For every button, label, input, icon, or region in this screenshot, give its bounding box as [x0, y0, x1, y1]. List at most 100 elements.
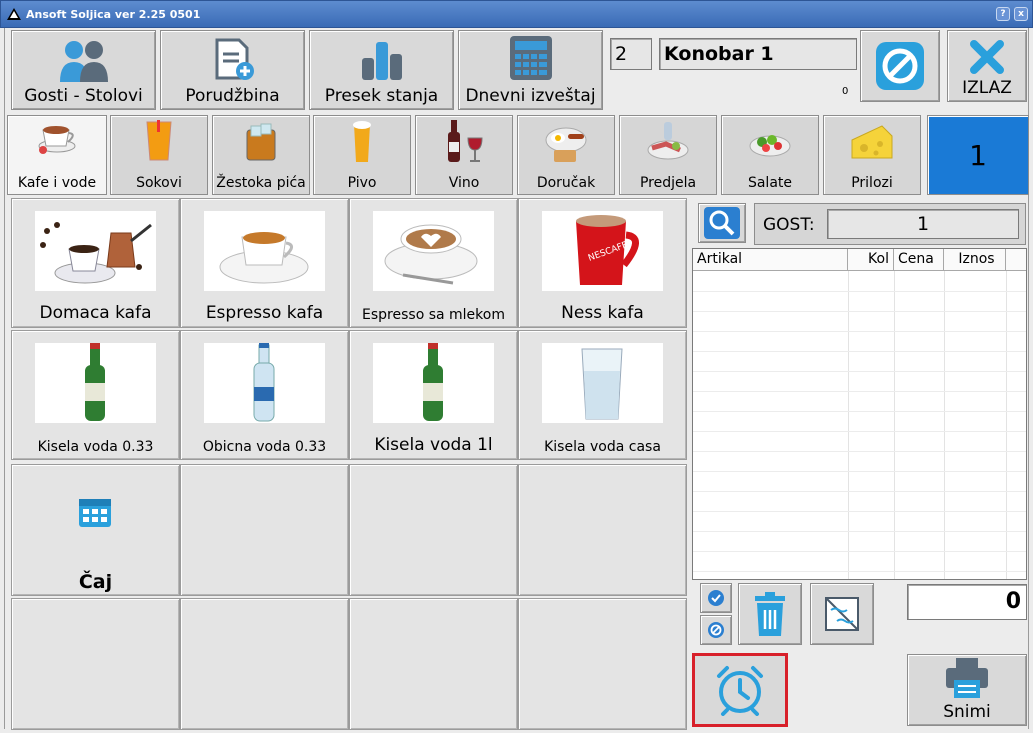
main-window: Gosti - Stolovi Porudžbina Presek stanja… — [4, 28, 1029, 730]
cancel-button[interactable] — [860, 30, 940, 102]
exit-button[interactable]: IZLAZ — [947, 30, 1027, 102]
block-icon — [876, 42, 924, 90]
table-row — [693, 491, 1026, 492]
receipt-edit-icon — [825, 597, 859, 631]
table-row — [693, 471, 1026, 472]
trash-icon — [755, 592, 785, 636]
table-row — [693, 351, 1026, 352]
product-tile[interactable]: Espresso kafa — [180, 198, 349, 328]
bar-chart-icon — [361, 42, 402, 80]
daily-report-label: Dnevni izveštaj — [465, 86, 596, 106]
page-indicator-value: 1 — [969, 138, 987, 172]
empty-product-slot[interactable] — [349, 598, 518, 730]
confirm-small-button[interactable] — [700, 583, 732, 613]
order-table: Artikal Kol Cena Iznos — [692, 248, 1027, 580]
close-icon — [970, 40, 1004, 74]
page-indicator: 1 — [927, 115, 1029, 195]
category-label: Pivo — [347, 175, 377, 191]
salad-plate-icon — [749, 135, 791, 157]
product-tile[interactable]: Espresso sa mlekom — [349, 198, 518, 328]
cheese-icon — [851, 125, 893, 159]
guest-box: GOST: 1 — [754, 203, 1026, 245]
product-image: NESCAFE — [542, 211, 663, 291]
help-button[interactable]: ? — [996, 7, 1010, 21]
grid-line — [1006, 271, 1007, 579]
daily-report-button[interactable]: Dnevni izveštaj — [458, 30, 603, 110]
empty-product-slot[interactable] — [518, 598, 687, 730]
column-header-kol: Kol — [848, 249, 894, 271]
table-row — [693, 431, 1026, 432]
empty-product-slot[interactable] — [518, 464, 687, 596]
column-header-filler — [1006, 249, 1026, 271]
table-row — [693, 391, 1026, 392]
check-circle-icon — [708, 590, 724, 606]
calculator-icon — [509, 36, 552, 80]
espresso-cup-icon — [219, 232, 309, 284]
category-3[interactable]: Žestoka pića — [212, 115, 310, 195]
product-image — [373, 211, 494, 291]
category-label: Predjela — [639, 175, 697, 191]
column-header-iznos: Iznos — [944, 249, 1006, 271]
product-image — [35, 477, 156, 557]
empty-product-slot[interactable] — [180, 464, 349, 596]
whiskey-glass-icon — [246, 123, 276, 161]
empty-product-slot[interactable] — [349, 464, 518, 596]
alarm-button[interactable] — [692, 653, 788, 727]
grid-line — [848, 271, 849, 579]
status-report-button[interactable]: Presek stanja — [309, 30, 454, 110]
order-counter: 0 — [842, 86, 849, 97]
empty-product-slot[interactable] — [11, 598, 180, 730]
category-9[interactable]: Prilozi — [823, 115, 921, 195]
product-name: Kisela voda casa — [544, 439, 661, 455]
empty-product-slot[interactable] — [180, 598, 349, 730]
product-tile[interactable]: NESCAFE Ness kafa — [518, 198, 687, 328]
turkish-coffee-icon — [40, 222, 152, 284]
category-label: Sokovi — [136, 175, 182, 191]
product-tile[interactable]: Kisela voda 1l — [349, 330, 518, 460]
split-receipt-button[interactable] — [810, 583, 874, 645]
category-label: Vino — [448, 175, 480, 191]
cancel-small-button[interactable] — [700, 615, 732, 645]
category-label: Prilozi — [851, 175, 893, 191]
wine-bottle-icon — [448, 120, 483, 162]
close-window-button[interactable]: x — [1014, 7, 1028, 21]
save-print-button[interactable]: Snimi — [907, 654, 1027, 726]
product-tile[interactable]: Čaj — [11, 464, 180, 596]
product-name: Kisela voda 1l — [374, 435, 493, 455]
guest-value: 1 — [827, 209, 1019, 239]
product-name: Obicna voda 0.33 — [202, 439, 327, 455]
window-title: Ansoft Soljica ver 2.25 0501 — [26, 7, 201, 21]
delete-button[interactable] — [738, 583, 802, 645]
product-image — [542, 343, 663, 423]
product-name: Ness kafa — [561, 303, 644, 323]
product-image — [373, 343, 494, 423]
column-header-cena: Cena — [894, 249, 944, 271]
table-row — [693, 291, 1026, 292]
guests-tables-button[interactable]: Gosti - Stolovi — [11, 30, 156, 110]
order-button[interactable]: Porudžbina — [160, 30, 305, 110]
category-label: Žestoka pića — [216, 175, 306, 191]
product-name: Espresso sa mlekom — [362, 307, 505, 323]
search-button[interactable] — [698, 203, 746, 243]
category-4[interactable]: Pivo — [313, 115, 411, 195]
category-6[interactable]: Doručak — [517, 115, 615, 195]
category-5[interactable]: Vino — [415, 115, 513, 195]
table-row — [693, 511, 1026, 512]
category-1[interactable]: Kafe i vode — [7, 115, 107, 195]
breakfast-plate-icon — [545, 127, 587, 162]
product-tile[interactable]: Kisela voda 0.33 — [11, 330, 180, 460]
product-tile[interactable]: Domaca kafa — [11, 198, 180, 328]
product-name: Espresso kafa — [205, 303, 324, 323]
category-7[interactable]: Predjela — [619, 115, 717, 195]
nescafe-mug-icon: NESCAFE — [576, 215, 639, 285]
grid-line — [894, 271, 895, 579]
category-8[interactable]: Salate — [721, 115, 819, 195]
product-tile[interactable]: Obicna voda 0.33 — [180, 330, 349, 460]
title-bar: Ansoft Soljica ver 2.25 0501 ? x — [0, 0, 1033, 28]
category-2[interactable]: Sokovi — [110, 115, 208, 195]
table-row — [693, 551, 1026, 552]
table-row — [693, 571, 1026, 572]
product-tile[interactable]: Kisela voda casa — [518, 330, 687, 460]
table-row — [693, 311, 1026, 312]
table-number-field: 2 — [610, 38, 652, 70]
